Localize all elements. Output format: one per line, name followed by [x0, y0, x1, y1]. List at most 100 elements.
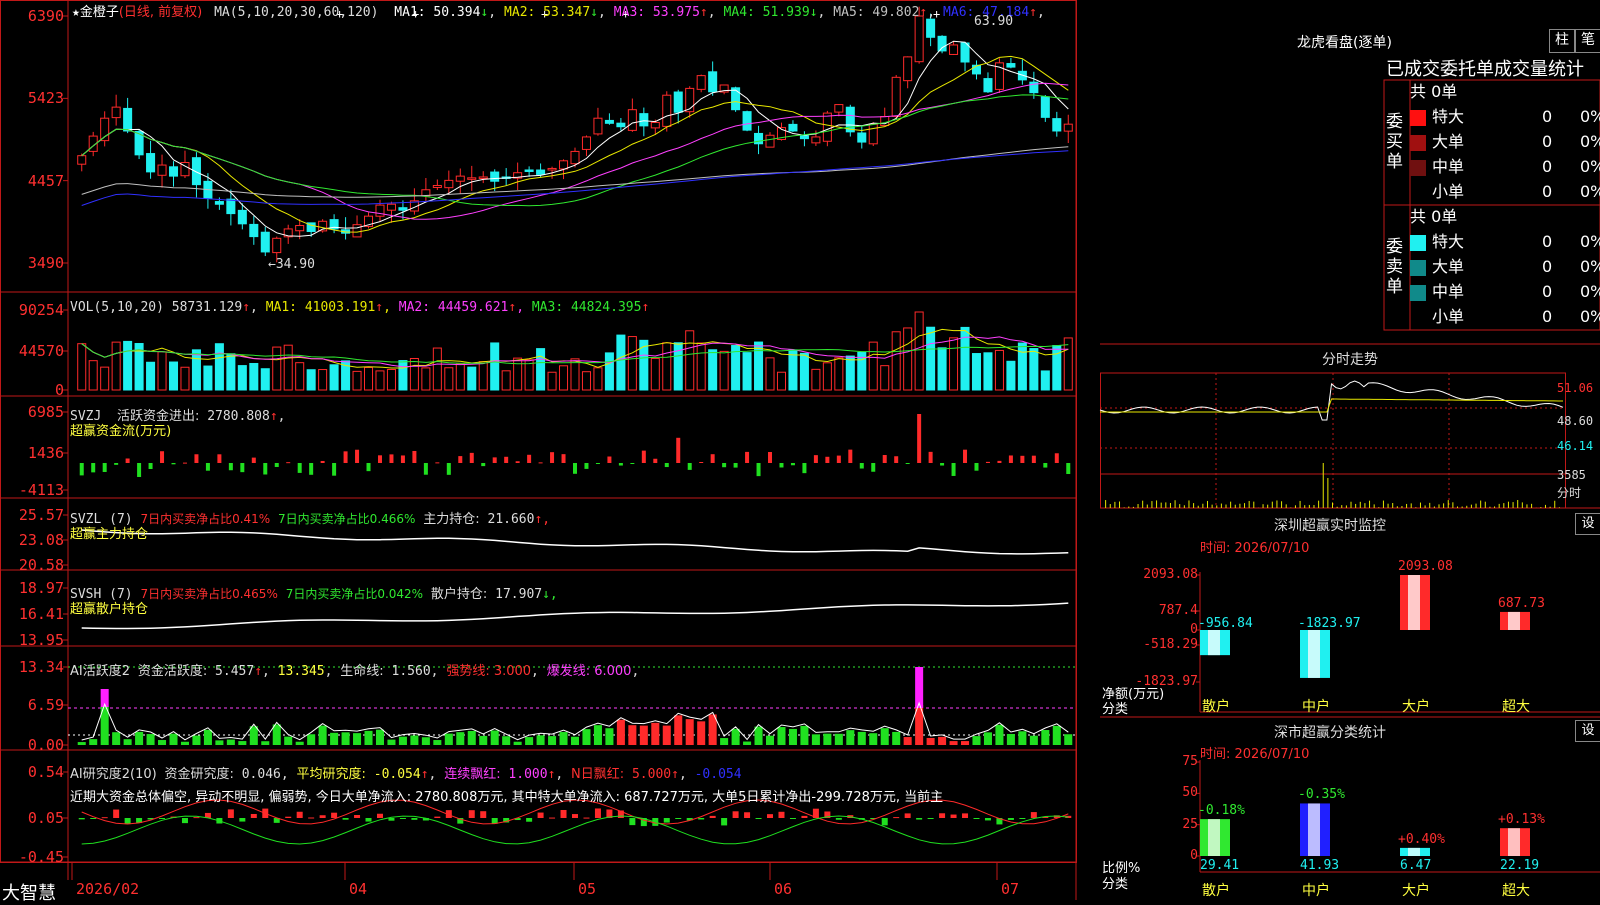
volume-bar: [111, 341, 121, 391]
research-bar: [663, 818, 670, 823]
activity-bar: [926, 737, 935, 745]
activity-bar: [169, 733, 178, 745]
fund-flow-bar: [664, 463, 669, 468]
volume-bar: [249, 362, 259, 391]
fund-flow-bar: [538, 462, 543, 464]
row-label: 大单: [1432, 132, 1465, 151]
candle: [1063, 123, 1073, 132]
row-count: 0: [1542, 157, 1553, 176]
candle: [214, 201, 224, 205]
activity-bar: [903, 737, 912, 745]
svsh-arrow: ↓,: [542, 587, 558, 602]
candle: [639, 113, 649, 127]
ai-research-nred-value: 5.000: [631, 767, 672, 782]
fund-flow-bar: [435, 462, 440, 464]
activity-bar: [743, 741, 752, 745]
candle: [822, 112, 832, 142]
chart-mode[interactable]: (日线, 前复权): [119, 5, 202, 20]
monitor-category: 大户: [1402, 699, 1430, 715]
candle: [352, 224, 362, 238]
fund-flow-bar: [1066, 463, 1071, 475]
research-bar: [376, 813, 383, 818]
tick-view-button[interactable]: 笔: [1575, 29, 1600, 53]
fund-flow-bar: [125, 458, 130, 463]
color-swatch: [1410, 159, 1426, 176]
research-bar: [526, 818, 533, 822]
research-bar: [594, 808, 601, 818]
activity-bar: [490, 730, 499, 745]
main-y-tick-label: 5423: [27, 89, 64, 108]
volume-bar: [914, 311, 924, 391]
fund-flow-bar: [446, 463, 451, 475]
ai-research-label: 资金研究度:: [164, 767, 234, 782]
candle: [478, 176, 488, 179]
vol-ma1: MA1: 41003.191↑,: [265, 300, 391, 315]
ma-value-4: MA4: 51.939↓,: [723, 5, 826, 20]
candle: [570, 150, 580, 165]
research-bar: [296, 811, 303, 818]
vol-ma3: MA3: 44824.395↑: [531, 300, 650, 315]
activity-bar: [398, 736, 407, 745]
fund-flow-bar: [963, 449, 968, 463]
activity-bar: [238, 741, 247, 745]
fund-flow-bar: [1043, 463, 1048, 468]
ai-research-comment: 近期大资金总体偏空, 异动不明显, 偏弱势, 今日大单净流入: 2780.808…: [70, 790, 944, 805]
candle: [926, 18, 936, 38]
row-label: 特大: [1432, 107, 1465, 126]
monitor-y-label: -1823.97: [1135, 674, 1198, 689]
fund-flow-bar: [653, 458, 658, 463]
activity-bar: [456, 732, 465, 745]
color-swatch: [1410, 134, 1426, 151]
high-price-label: 63.90: [974, 14, 1014, 29]
y-tick-label: 13.95: [18, 631, 64, 649]
activity-bar: [295, 741, 304, 745]
dragon-tiger-title: 龙虎看盘(逐单): [1297, 35, 1392, 51]
volume-bar: [386, 368, 396, 391]
sell-side-label: 委卖单: [1386, 237, 1403, 297]
class-bar-shine: [1308, 803, 1320, 856]
activity-bar: [800, 725, 809, 745]
volume-bar: [490, 342, 500, 391]
research-bar: [744, 812, 751, 818]
buy-row-3: 小单 0 0%: [1384, 180, 1600, 204]
volume-bar: [891, 331, 901, 391]
candle: [949, 44, 959, 55]
class-bar-shine: [1208, 819, 1220, 856]
activity-bar: [961, 741, 970, 745]
fund-flow-bar: [343, 451, 348, 463]
research-bar: [308, 817, 315, 819]
research-bar: [709, 815, 716, 818]
row-label: 特大: [1432, 232, 1465, 251]
volume-bar: [719, 350, 729, 391]
candle: [937, 35, 947, 52]
row-percent: 0%: [1580, 307, 1600, 326]
favorite-star-icon[interactable]: ★: [72, 5, 80, 20]
ma-value-2: MA2: 53.347↓,: [504, 5, 606, 20]
column-view-button[interactable]: 柱: [1549, 29, 1575, 53]
y-tick-label: 6.59: [27, 696, 64, 714]
volume-bar: [352, 370, 362, 391]
sz-monitor-settings-button[interactable]: 设: [1575, 513, 1600, 535]
y-tick-label: 13.34: [18, 658, 64, 676]
activity-bar: [548, 736, 557, 745]
svzl-value: 21.660: [487, 512, 535, 527]
volume-bar: [180, 366, 190, 391]
activity-bar: [662, 725, 671, 745]
x-tick-label: 2026/02: [76, 880, 140, 898]
class-bar-shine: [1508, 828, 1520, 856]
sz-class-settings-button[interactable]: 设: [1575, 720, 1600, 742]
research-bar: [560, 809, 567, 818]
fund-flow-bar: [274, 463, 279, 467]
research-bar: [675, 818, 682, 819]
activity-bar: [857, 731, 866, 745]
activity-bar: [788, 728, 797, 745]
research-bar: [331, 812, 338, 818]
research-bar: [583, 817, 590, 819]
candle: [581, 136, 591, 150]
row-percent: 0%: [1580, 107, 1600, 126]
volume-bar: [467, 366, 477, 391]
buy-row-1: 大单 0 0%: [1384, 130, 1600, 154]
volume-bar: [799, 352, 809, 391]
activity-bar: [777, 727, 786, 745]
volume-bar: [822, 362, 832, 391]
